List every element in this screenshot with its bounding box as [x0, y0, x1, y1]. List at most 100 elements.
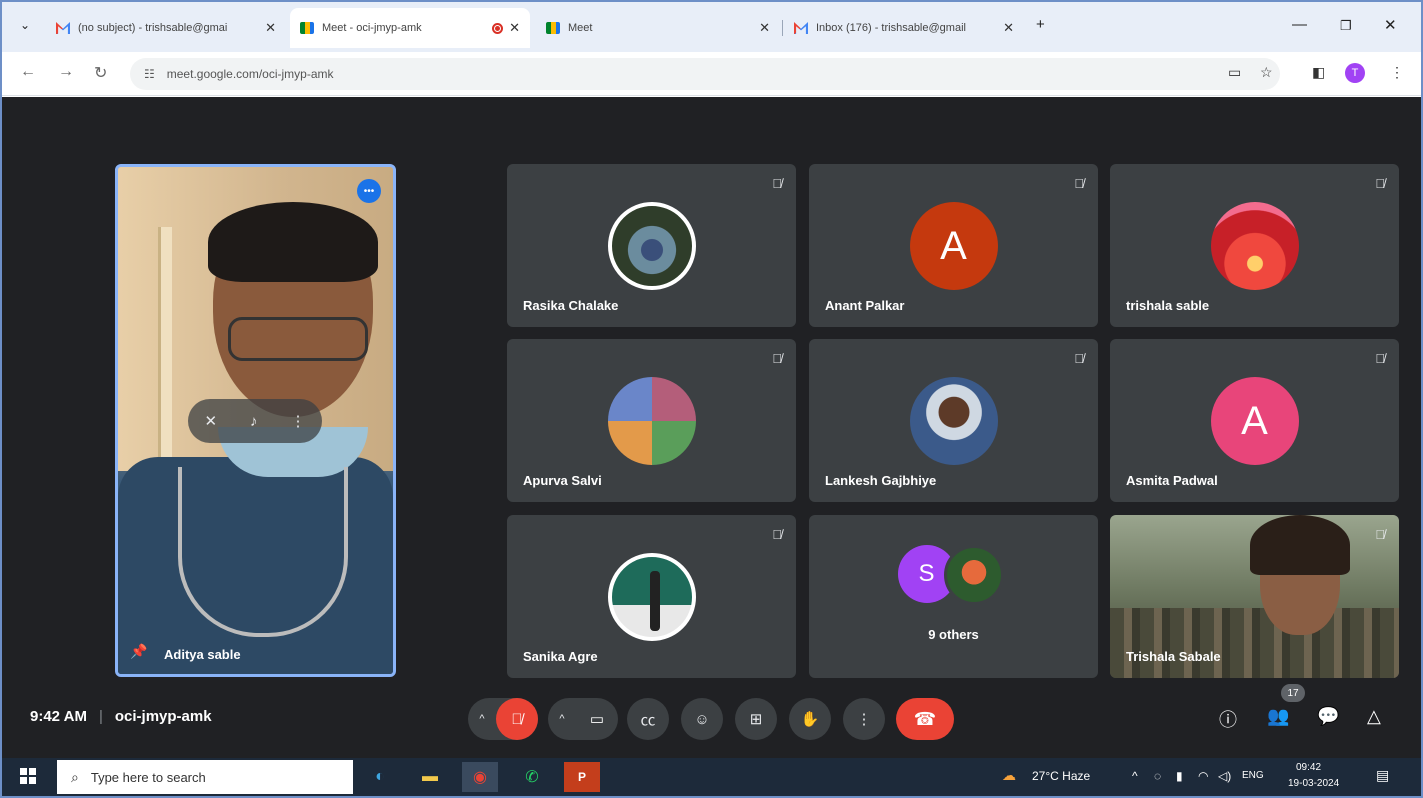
participant-tile[interactable]: 🎙̸ Apurva Salvi [507, 339, 796, 502]
tray-app-icon[interactable]: ◌ [1154, 769, 1161, 783]
side-panel-icon[interactable]: ◧ [1312, 64, 1325, 81]
chevron-up-icon[interactable]: ^ [468, 713, 496, 725]
participant-video-tile[interactable]: 🎙̸ Trishala Sabale [1110, 515, 1399, 678]
participant-name: Sanika Agre [523, 649, 598, 664]
windows-start-icon[interactable] [20, 768, 36, 784]
mic-toggle-button[interactable]: 🎙̸ [496, 698, 538, 740]
participant-tile[interactable]: 🎙̸ Lankesh Gajbhiye [809, 339, 1098, 502]
meet-icon [546, 22, 560, 34]
powerpoint-icon[interactable]: P [564, 762, 600, 792]
mic-off-icon: 🎙̸ [1375, 351, 1385, 366]
hair [1250, 515, 1350, 575]
bookmark-star-icon[interactable]: ☆ [1260, 64, 1273, 81]
meeting-details-icon[interactable]: ⓘ [1219, 706, 1237, 732]
taskbar-search[interactable]: ⌕ Type here to search [57, 760, 353, 794]
close-window-icon[interactable]: ✕ [1384, 16, 1397, 34]
tile-hover-controls: ✕ ♪ ⋮ [188, 399, 322, 443]
whatsapp-icon[interactable]: ✆ [514, 762, 550, 792]
mic-off-icon: 🎙̸ [772, 527, 782, 542]
close-icon[interactable]: ✕ [1003, 20, 1014, 36]
raise-hand-button[interactable]: ✋ [789, 698, 831, 740]
tab-meet[interactable]: Meet ✕ [536, 8, 780, 48]
tab-label: Meet - oci-jmyp-amk [322, 22, 422, 34]
participant-tile[interactable]: 🎙̸ Sanika Agre [507, 515, 796, 678]
participant-name: Asmita Padwal [1126, 473, 1218, 488]
camera-in-use-icon[interactable]: ▭ [1228, 64, 1241, 81]
chrome-icon[interactable]: ◉ [462, 762, 498, 792]
minimize-icon[interactable]: — [1292, 16, 1307, 33]
weather-text[interactable]: 27°C Haze [1032, 769, 1090, 783]
more-options-button[interactable]: ⋮ [843, 698, 885, 740]
profile-avatar[interactable]: T [1345, 63, 1365, 83]
clock-time[interactable]: 09:42 [1296, 762, 1321, 773]
pin-icon[interactable]: 📌 [130, 643, 147, 660]
participant-avatar [607, 553, 696, 641]
mute-participant-icon[interactable]: ♪ [250, 413, 258, 430]
tab-meet-active[interactable]: Meet - oci-jmyp-amk ✕ [290, 8, 530, 48]
tray-mic-icon[interactable]: ▮ [1176, 769, 1183, 783]
search-icon: ⌕ [71, 768, 79, 785]
address-bar[interactable]: ☷ meet.google.com/oci-jmyp-amk [130, 58, 1280, 90]
meeting-info: 9:42 AM | oci-jmyp-amk [30, 708, 212, 725]
tab-search-icon[interactable]: ⌄ [20, 18, 30, 32]
menu-kebab-icon[interactable]: ⋮ [1390, 64, 1404, 81]
participant-name: trishala sable [1126, 298, 1210, 313]
clock-date[interactable]: 19-03-2024 [1288, 778, 1339, 789]
close-icon[interactable]: ✕ [759, 20, 770, 36]
recording-icon [492, 22, 504, 34]
leave-call-button[interactable]: ☎ [896, 698, 954, 740]
forward-icon[interactable]: → [58, 63, 74, 81]
meeting-time: 9:42 AM [30, 708, 87, 725]
restore-icon[interactable]: ❐ [1340, 18, 1352, 34]
participant-tile[interactable]: 🎙̸ A Anant Palkar [809, 164, 1098, 327]
camera-toggle-button[interactable]: ▭ [576, 698, 618, 740]
volume-icon[interactable]: ◁) [1218, 769, 1231, 783]
tab-gmail-inbox[interactable]: Inbox (176) - trishsable@gmail ✕ [784, 8, 1024, 48]
reload-icon[interactable]: ↻ [94, 63, 107, 83]
people-icon[interactable]: 👥 [1267, 706, 1289, 727]
wifi-icon[interactable]: ◠ [1198, 769, 1208, 783]
camera-control-group: ^ ▭ [548, 698, 618, 740]
tab-label: Inbox (176) - trishsable@gmail [816, 22, 966, 34]
edge-icon[interactable]: ◐ [362, 762, 398, 792]
file-explorer-icon[interactable]: ▬ [412, 762, 448, 792]
others-avatars: S [897, 545, 1010, 607]
site-info-icon[interactable]: ☷ [144, 67, 155, 81]
tray-chevron-icon[interactable]: ^ [1132, 769, 1138, 783]
unpin-icon[interactable]: ✕ [204, 412, 217, 430]
background-crowd [1110, 608, 1399, 678]
notifications-icon[interactable]: ▤ [1376, 767, 1389, 784]
participant-tile[interactable]: 🎙̸ trishala sable [1110, 164, 1399, 327]
hair [208, 202, 378, 282]
weather-icon: ☁ [1002, 767, 1016, 783]
participant-tile[interactable]: 🎙̸ Rasika Chalake [507, 164, 796, 327]
participant-count-badge: 17 [1281, 684, 1305, 702]
more-options-icon[interactable]: ⋮ [291, 412, 306, 430]
divider: | [98, 708, 103, 725]
chat-icon[interactable]: 💬 [1317, 706, 1339, 727]
self-video-tile[interactable]: ••• ✕ ♪ ⋮ 📌 Aditya sable [115, 164, 396, 677]
browser-toolbar: ← → ↻ ☷ meet.google.com/oci-jmyp-amk ▭ ☆… [2, 52, 1421, 96]
stethoscope [178, 467, 348, 637]
tab-separator [782, 20, 783, 36]
search-placeholder: Type here to search [90, 769, 206, 785]
participant-tile[interactable]: 🎙̸ A Asmita Padwal [1110, 339, 1399, 502]
participant-avatar [1210, 202, 1299, 290]
close-icon[interactable]: ✕ [509, 20, 520, 36]
participant-avatar: A [909, 202, 998, 290]
mic-off-icon: 🎙̸ [1375, 527, 1385, 542]
language-indicator[interactable]: ENG [1242, 770, 1264, 781]
others-tile[interactable]: S 9 others [809, 515, 1098, 678]
captions-button[interactable]: ㏄ [627, 698, 669, 740]
back-icon[interactable]: ← [20, 63, 36, 81]
activities-icon[interactable]: △ [1367, 706, 1381, 727]
emoji-button[interactable]: ☺ [681, 698, 723, 740]
participant-name: Anant Palkar [825, 298, 905, 313]
participant-avatar [607, 202, 696, 290]
present-button[interactable]: ⊞ [735, 698, 777, 740]
new-tab-icon[interactable]: + [1036, 16, 1045, 33]
chevron-up-icon[interactable]: ^ [548, 713, 576, 725]
mic-off-icon: 🎙̸ [772, 176, 782, 191]
close-icon[interactable]: ✕ [265, 20, 276, 36]
tab-gmail-draft[interactable]: (no subject) - trishsable@gmai ✕ [46, 8, 286, 48]
